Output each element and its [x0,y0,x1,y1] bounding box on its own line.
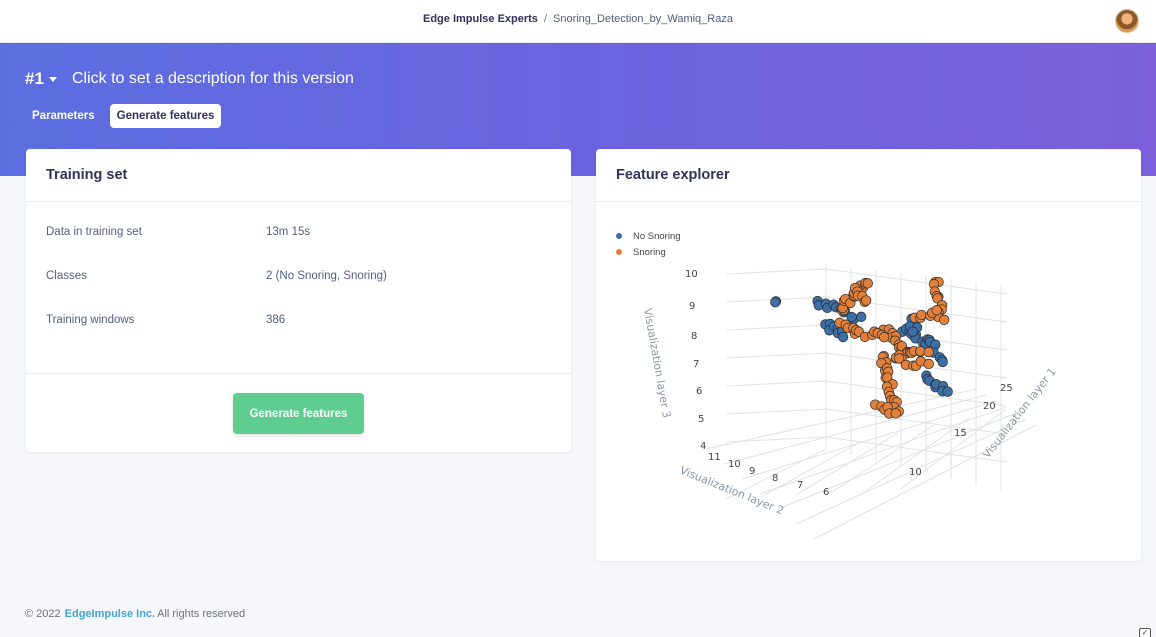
x-tick-label: 20 [983,401,996,412]
scatter-point [770,297,781,308]
y-tick-label: 7 [797,480,803,491]
tab-generate-features[interactable]: Generate features [109,104,222,128]
y-tick-label: 9 [749,466,755,477]
avatar[interactable] [1115,9,1139,33]
y-tick-label: 10 [728,459,741,470]
breadcrumb-project[interactable]: Snoring_Detection_by_Wamiq_Raza [553,13,733,25]
row-value: 2 (No Snoring, Snoring) [266,270,387,282]
grid-line [795,432,899,496]
training-set-title: Training set [46,167,128,183]
version-description[interactable]: Click to set a description for this vers… [72,70,354,88]
divider [26,373,571,374]
grid-line [725,380,827,387]
version-label: #1 [25,69,44,88]
scatter-point [923,358,934,370]
tab-parameters[interactable]: Parameters [25,104,102,128]
feature-explorer-card: Feature explorer No Snoring Snoring 4567… [596,149,1141,561]
scatter-point [923,346,934,358]
x-tick-label: 15 [954,428,967,439]
scatter-point [931,305,942,316]
grid-line [725,268,827,275]
row-value: 13m 15s [266,226,311,238]
row-key: Training windows [46,314,135,326]
copyright-year: © 2022 [25,608,61,620]
row-key: Data in training set [46,226,142,238]
z-tick-label: 5 [698,414,704,425]
scatter-point [862,278,873,289]
breadcrumb-separator: / [543,13,547,25]
x-tick-label: 25 [1000,383,1013,394]
tab-bar: Parameters Generate features [25,104,222,128]
scatter-point [879,332,890,343]
z-tick-label: 6 [696,386,702,397]
scatter-point [890,408,901,419]
scatter-point [907,326,918,337]
row-key: Classes [46,270,87,282]
x-axis-title: Visualization layer 1 [980,365,1059,461]
z-tick-label: 10 [685,269,698,280]
grid-line [725,324,827,331]
version-selector[interactable]: #1 [25,69,57,89]
z-tick-label: 4 [700,441,706,452]
scatter-3d-plot[interactable]: 456789101110987610152025Visualization la… [596,149,1141,561]
scatter-point [861,295,872,306]
x-tick-label: 10 [909,467,922,478]
scatter-point [856,311,867,322]
training-set-card: Training set Data in training set 13m 15… [26,149,571,452]
top-bar: Edge Impulse Experts / Snoring_Detection_b… [0,0,1156,43]
scatter-point [942,386,953,397]
z-axis-title: Visualization layer 3 [641,307,673,419]
feedback-icon[interactable]: ✓ [1139,628,1151,637]
rights-text: All rights reserved [157,608,246,620]
grid-line [725,352,827,359]
scatter-point [939,314,950,325]
grid-line [705,388,977,450]
y-tick-label: 11 [708,452,721,463]
row-value: 386 [266,314,286,326]
breadcrumb-org[interactable]: Edge Impulse Experts [423,13,538,25]
y-tick-label: 8 [772,473,778,484]
breadcrumb: Edge Impulse Experts / Snoring_Detection_b… [0,13,1156,25]
z-tick-label: 8 [691,331,697,342]
z-tick-label: 9 [689,301,695,312]
generate-features-button[interactable]: Generate features [233,393,364,434]
grid-line [830,424,935,494]
divider [26,201,571,202]
grid-line [725,408,827,415]
brand-link[interactable]: EdgeImpulse Inc. [65,608,155,620]
footer-copyright: © 2022 EdgeImpulse Inc. All rights reserve… [25,608,245,620]
grid-line [777,412,1017,510]
y-tick-label: 6 [823,487,829,498]
z-tick-label: 7 [693,359,699,370]
scatter-point [937,356,948,368]
scatter-point [837,331,849,343]
scatter-point [916,309,927,321]
chevron-down-icon [48,76,57,82]
